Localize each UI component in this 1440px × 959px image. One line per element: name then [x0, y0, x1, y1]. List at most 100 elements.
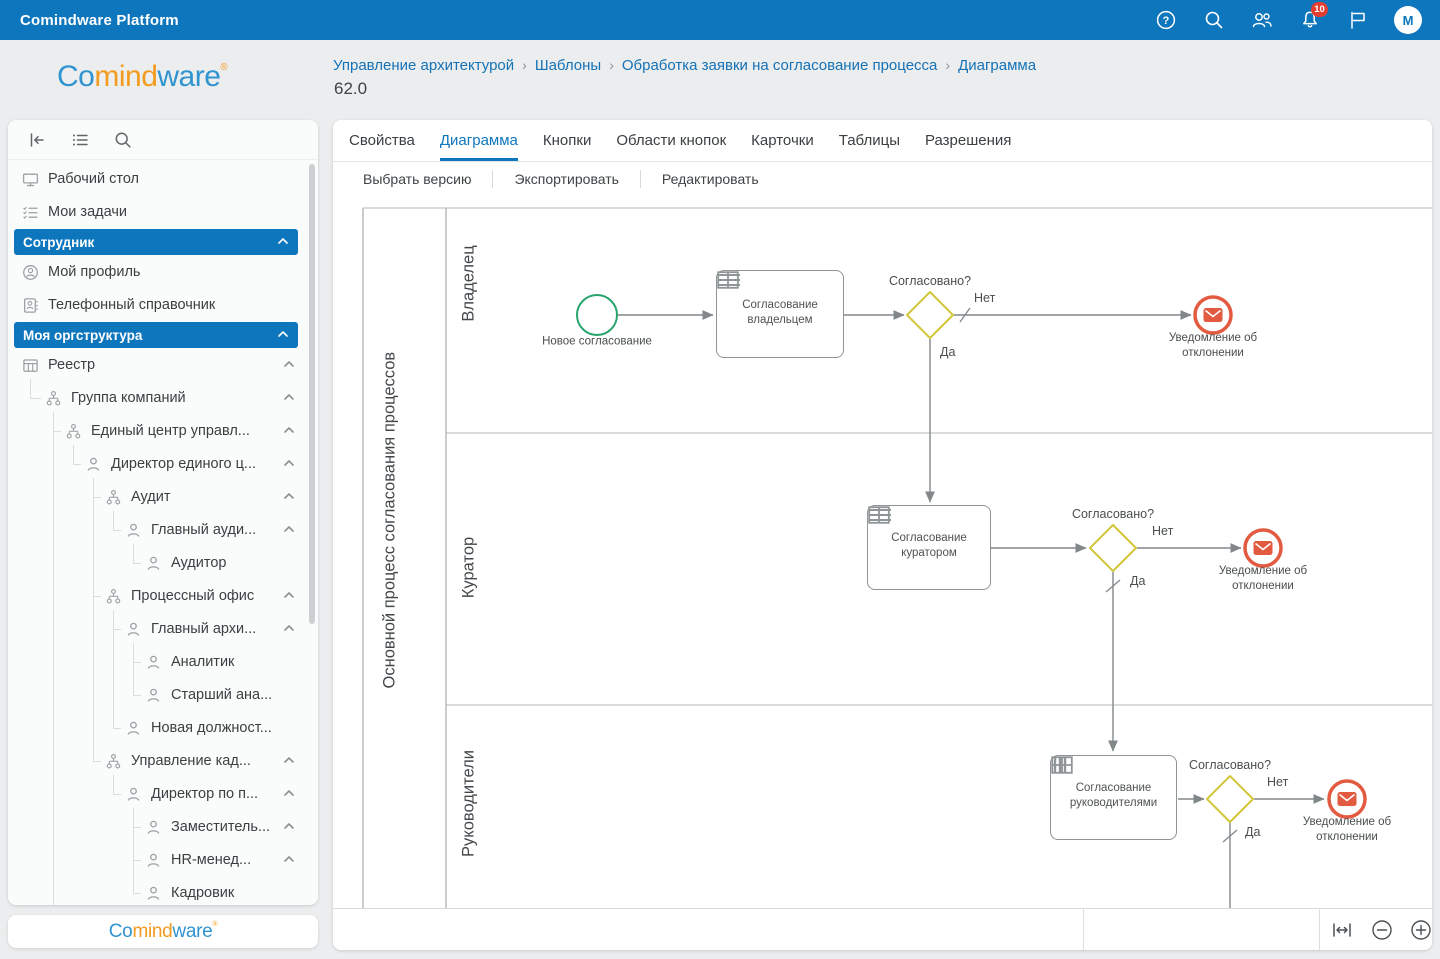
- breadcrumb-separator: ›: [937, 57, 958, 73]
- sidebar-scrollbar[interactable]: [309, 164, 315, 624]
- tree-item[interactable]: Процессный офис: [8, 581, 318, 611]
- chevron-up-icon[interactable]: [282, 456, 298, 472]
- topbar-actions: ? 10 M: [1154, 6, 1440, 34]
- tree-item[interactable]: Главный архи...: [8, 614, 318, 644]
- tree-item-label: Процессный офис: [131, 588, 254, 604]
- chevron-up-icon[interactable]: [282, 753, 298, 769]
- task-node[interactable]: Согласование куратором: [867, 505, 991, 590]
- start-event[interactable]: [577, 295, 617, 335]
- task-node[interactable]: Согласование руководителями: [1050, 755, 1177, 840]
- tree-item[interactable]: Реестр: [8, 350, 318, 380]
- zoom-in-icon[interactable]: [1409, 918, 1432, 942]
- tree-item-label: Директор единого ц...: [111, 456, 256, 472]
- avatar[interactable]: M: [1394, 6, 1422, 34]
- action-button[interactable]: Редактировать: [662, 171, 759, 187]
- tree-group-label: Сотрудник: [14, 235, 94, 250]
- tab-2[interactable]: Диаграмма: [440, 120, 518, 161]
- navigation-tree: Рабочий столМои задачи Сотрудник Мой профи…: [8, 160, 318, 905]
- tree-item[interactable]: Группа компаний: [8, 383, 318, 413]
- gateway[interactable]: [907, 292, 953, 338]
- tab-5[interactable]: Карточки: [751, 120, 814, 161]
- tree-item[interactable]: Мой профиль: [8, 257, 318, 287]
- help-icon[interactable]: ?: [1154, 8, 1178, 32]
- tree-item[interactable]: HR-менед...: [8, 845, 318, 875]
- tree-item[interactable]: Мои задачи: [8, 197, 318, 227]
- sidebar-toolbar: [8, 120, 318, 160]
- notifications-icon[interactable]: 10: [1298, 8, 1322, 32]
- gateway-label: Согласовано?: [889, 274, 971, 288]
- tree-item-label: Единый центр управл...: [91, 423, 250, 439]
- tree-item[interactable]: Главный ауди...: [8, 515, 318, 545]
- tab-1[interactable]: Свойства: [349, 120, 415, 161]
- tab-6[interactable]: Таблицы: [839, 120, 900, 161]
- task-node[interactable]: Согласование владельцем: [716, 270, 844, 358]
- lane-label: Руководители: [460, 644, 479, 951]
- tree-group-label: Моя оргструктура: [14, 328, 142, 343]
- search-icon[interactable]: [1202, 8, 1226, 32]
- tree-item[interactable]: Аналитик: [8, 647, 318, 677]
- chevron-up-icon[interactable]: [282, 522, 298, 538]
- chevron-up-icon[interactable]: [276, 234, 292, 250]
- chevron-up-icon[interactable]: [282, 621, 298, 637]
- tab-7[interactable]: Разрешения: [925, 120, 1011, 161]
- tree-item[interactable]: Управление кад...: [8, 746, 318, 776]
- tree-item[interactable]: Заместитель...: [8, 812, 318, 842]
- chevron-up-icon[interactable]: [282, 357, 298, 373]
- tree-item[interactable]: Аудитор: [8, 548, 318, 578]
- breadcrumb-item[interactable]: Диаграмма: [958, 57, 1036, 74]
- tree-item[interactable]: Кадровик: [8, 878, 318, 905]
- tree-item[interactable]: Аудит: [8, 482, 318, 512]
- tree-item[interactable]: Новая должност...: [8, 713, 318, 743]
- chevron-up-icon[interactable]: [282, 489, 298, 505]
- tree-guide-line: [133, 695, 141, 696]
- toolbar-divider: [1319, 909, 1320, 950]
- flag-icon[interactable]: [1346, 8, 1370, 32]
- gateway[interactable]: [1090, 525, 1136, 571]
- tree-guide-line: [30, 398, 41, 399]
- list-icon[interactable]: [69, 129, 91, 151]
- breadcrumb-item[interactable]: Обработка заявки на согласование процесс…: [622, 57, 938, 74]
- chevron-up-icon[interactable]: [282, 852, 298, 868]
- tree-item-label: Группа компаний: [71, 390, 186, 406]
- tree-group-header[interactable]: Моя оргструктура: [14, 322, 298, 348]
- zoom-out-icon[interactable]: [1370, 918, 1394, 942]
- collapse-panel-icon[interactable]: [26, 129, 48, 151]
- person-icon: [145, 885, 162, 902]
- breadcrumb: Управление архитектурой›Шаблоны›Обработк…: [333, 57, 1036, 74]
- users-icon[interactable]: [1250, 8, 1274, 32]
- breadcrumb-item[interactable]: Управление архитектурой: [333, 57, 514, 74]
- fit-width-icon[interactable]: [1330, 918, 1354, 942]
- tree-item[interactable]: Рабочий стол: [8, 164, 318, 194]
- chevron-up-icon[interactable]: [282, 786, 298, 802]
- tree-item-label: Управление кад...: [131, 753, 251, 769]
- tree-guide-line: [53, 431, 61, 432]
- lane-label: Владелец: [460, 124, 479, 444]
- chevron-up-icon[interactable]: [276, 327, 292, 343]
- tree-item[interactable]: Директор единого ц...: [8, 449, 318, 479]
- gateway[interactable]: [1207, 776, 1253, 822]
- chevron-up-icon[interactable]: [282, 423, 298, 439]
- tab-3[interactable]: Кнопки: [543, 120, 591, 161]
- tree-item[interactable]: Директор по п...: [8, 779, 318, 809]
- tree-item[interactable]: Телефонный справочник: [8, 290, 318, 320]
- tree-item[interactable]: Старший ана...: [8, 680, 318, 710]
- svg-text:?: ?: [1163, 15, 1170, 27]
- breadcrumb-item[interactable]: Шаблоны: [535, 57, 601, 74]
- person-icon: [145, 654, 162, 671]
- app-title: Comindware Platform: [0, 12, 179, 29]
- tab-4[interactable]: Области кнопок: [616, 120, 726, 161]
- action-button[interactable]: Выбрать версию: [363, 171, 471, 187]
- action-button[interactable]: Экспортировать: [514, 171, 618, 187]
- tree-guide-line: [113, 775, 114, 794]
- tree-guide-line: [133, 860, 141, 861]
- search-icon[interactable]: [112, 129, 134, 151]
- chevron-up-icon[interactable]: [282, 390, 298, 406]
- chevron-up-icon[interactable]: [282, 588, 298, 604]
- tree-item-label: Аудитор: [171, 555, 226, 571]
- tree-group-header[interactable]: Сотрудник: [14, 229, 298, 255]
- orgunit-icon: [45, 390, 62, 407]
- top-app-bar: Comindware Platform ? 10 M: [0, 0, 1440, 40]
- chevron-up-icon[interactable]: [282, 819, 298, 835]
- tree-item-label: Кадровик: [171, 885, 234, 901]
- tasks-icon: [22, 204, 39, 221]
